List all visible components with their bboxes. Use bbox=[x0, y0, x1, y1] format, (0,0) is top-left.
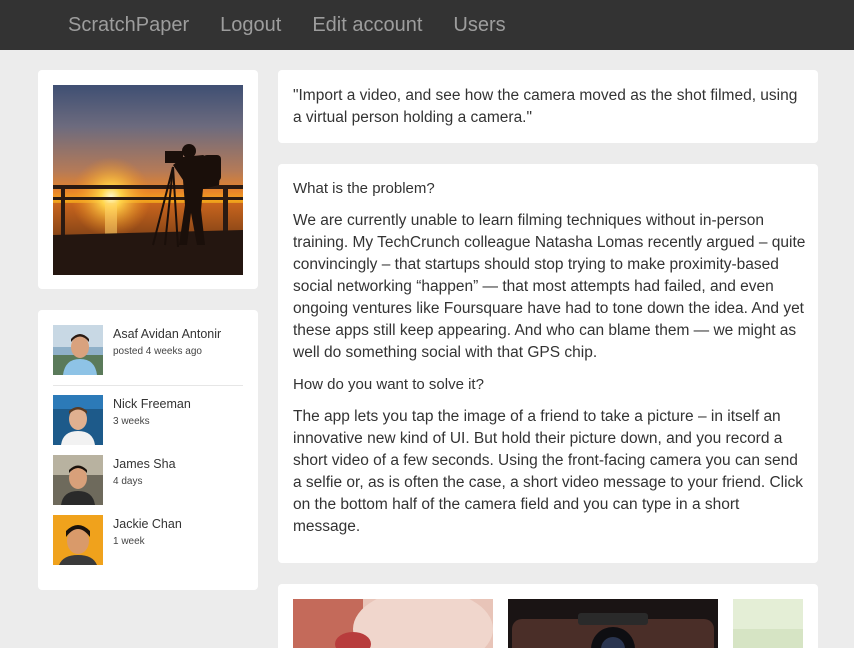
user-time: 4 days bbox=[113, 476, 143, 487]
recent-users-card: Asaf Avidan Antonir posted 4 weeks ago N… bbox=[38, 310, 258, 590]
project-description-card: What is the problem? We are currently un… bbox=[278, 164, 818, 563]
users-link[interactable]: Users bbox=[453, 0, 505, 50]
user-item[interactable]: Asaf Avidan Antonir posted 4 weeks ago bbox=[53, 325, 243, 377]
sunset-photographer-image bbox=[53, 144, 243, 275]
user-item[interactable]: Jackie Chan 1 week bbox=[53, 515, 243, 567]
user-name[interactable]: Jackie Chan bbox=[113, 517, 182, 531]
edit-account-link[interactable]: Edit account bbox=[312, 0, 422, 50]
project-photo[interactable] bbox=[53, 85, 243, 275]
project-quote: "Import a video, and see how the camera … bbox=[293, 87, 798, 126]
avatar[interactable] bbox=[53, 395, 103, 445]
avatar[interactable] bbox=[53, 325, 103, 375]
problem-body: We are currently unable to learn filming… bbox=[293, 212, 806, 361]
solution-body: The app lets you tap the image of a frie… bbox=[293, 408, 804, 535]
user-name[interactable]: Asaf Avidan Antonir bbox=[113, 327, 221, 341]
logout-link[interactable]: Logout bbox=[220, 0, 281, 50]
solution-heading: How do you want to solve it? bbox=[293, 376, 484, 393]
media-gallery-card bbox=[278, 584, 818, 648]
gallery-thumbnail[interactable] bbox=[293, 599, 493, 648]
user-time: 1 week bbox=[113, 536, 145, 547]
project-photo-card bbox=[38, 70, 258, 289]
user-name[interactable]: Nick Freeman bbox=[113, 397, 191, 411]
user-name[interactable]: James Sha bbox=[113, 457, 176, 471]
navbar: ScratchPaper Logout Edit account Users bbox=[0, 0, 854, 50]
avatar[interactable] bbox=[53, 515, 103, 565]
project-quote-card: "Import a video, and see how the camera … bbox=[278, 70, 818, 143]
user-item[interactable]: Nick Freeman 3 weeks bbox=[53, 395, 243, 447]
user-item[interactable]: James Sha 4 days bbox=[53, 455, 243, 507]
gallery-thumbnail[interactable] bbox=[508, 599, 718, 648]
gallery-thumbnail[interactable] bbox=[733, 599, 803, 648]
user-divider bbox=[53, 385, 243, 386]
user-time: 3 weeks bbox=[113, 416, 150, 427]
brand-link[interactable]: ScratchPaper bbox=[68, 0, 189, 50]
problem-heading: What is the problem? bbox=[293, 180, 435, 197]
avatar[interactable] bbox=[53, 455, 103, 505]
user-time: posted 4 weeks ago bbox=[113, 346, 202, 357]
